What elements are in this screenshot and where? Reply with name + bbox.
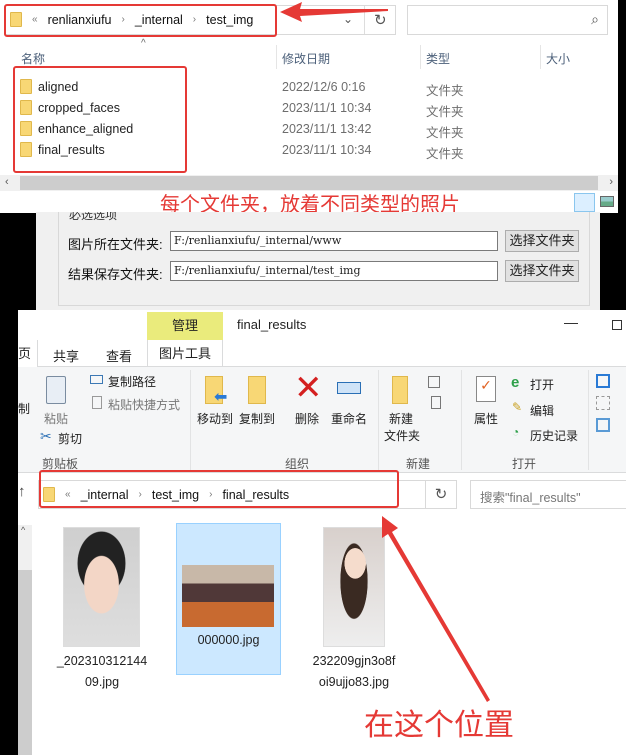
large-icons-view-icon[interactable] [600, 196, 614, 207]
scissors-icon: ✂ [40, 428, 52, 444]
edit-icon: ✎ [512, 400, 523, 414]
tab-view[interactable]: 查看 [106, 346, 132, 365]
top-explorer-window: « renlianxiufu › _internal › test_img ⌄ ↻ … [0, 0, 618, 216]
delete-icon: ✕ [294, 369, 323, 407]
tab-picture-tools[interactable]: 图片工具 [147, 340, 223, 367]
tab-manage[interactable]: 管理 [147, 312, 223, 340]
column-name[interactable]: 名称 [21, 50, 45, 67]
rename-icon [337, 382, 361, 394]
search-input[interactable]: 搜索"final_results" [470, 480, 626, 509]
up-arrow-icon[interactable]: ↑ [18, 483, 26, 500]
history-button[interactable]: 历史记录 [530, 427, 578, 444]
new-folder-button[interactable]: 新建 [389, 410, 413, 427]
source-folder-label: 图片所在文件夹: [68, 237, 163, 252]
new-item-icon[interactable] [428, 376, 440, 388]
rename-button[interactable]: 重命名 [331, 410, 367, 427]
move-to-icon: ⬅ [205, 376, 227, 406]
copy-to-button[interactable]: 复制到 [239, 410, 275, 427]
highlight-box [39, 470, 399, 508]
annotation-arrow [280, 2, 388, 22]
sort-ascending-icon: ^ [141, 38, 146, 49]
maximize-button[interactable] [612, 320, 622, 330]
details-view-icon[interactable] [574, 193, 595, 212]
result-folder-input[interactable]: F:/renlianxiufu/_internal/test_img [170, 261, 498, 281]
result-folder-label: 结果保存文件夹: [68, 267, 163, 282]
paste-shortcut-icon [92, 396, 102, 409]
paste-button[interactable]: 粘贴 [44, 410, 68, 427]
edit-button[interactable]: 编辑 [530, 402, 554, 419]
copy-to-icon [248, 376, 266, 404]
bottom-explorer-window: 管理 final_results — 页 共享 查看 图片工具 制 粘贴 复制路… [18, 310, 626, 755]
move-to-button[interactable]: 移动到 [197, 410, 233, 427]
search-input[interactable]: ⌕ [407, 5, 608, 35]
search-icon: ⌕ [591, 11, 599, 27]
column-size[interactable]: 大小 [546, 50, 570, 67]
image-thumbnail[interactable] [63, 527, 140, 647]
easy-access-icon[interactable] [431, 396, 441, 409]
choose-result-folder-button[interactable]: 选择文件夹 [505, 260, 579, 282]
properties-icon: ✓ [476, 376, 496, 402]
highlight-box [4, 4, 277, 37]
select-none-icon[interactable] [596, 396, 610, 410]
properties-button[interactable]: 属性 [474, 410, 498, 427]
tab-share[interactable]: 共享 [53, 346, 79, 365]
vertical-scrollbar[interactable]: ^ [18, 525, 32, 755]
tab-home[interactable]: 页 [18, 340, 38, 368]
select-all-icon[interactable] [596, 374, 610, 388]
invert-selection-icon[interactable] [596, 418, 610, 432]
selected-file-item[interactable]: 000000.jpg [176, 523, 281, 675]
paste-icon [46, 376, 66, 404]
open-icon: e [511, 374, 520, 391]
image-thumbnail[interactable] [182, 565, 274, 627]
cut-button[interactable]: 剪切 [58, 430, 82, 447]
annotation-arrow [382, 516, 490, 702]
required-options-group: 必选选项 [58, 212, 590, 306]
history-icon: ◔ [512, 425, 520, 439]
open-button[interactable]: 打开 [530, 376, 554, 393]
refresh-button[interactable]: ↻ [425, 480, 457, 509]
copy-path-button[interactable]: 复制路径 [108, 373, 156, 390]
paste-shortcut-button[interactable]: 粘贴快捷方式 [108, 396, 180, 413]
delete-button[interactable]: 删除 [295, 410, 319, 427]
column-type[interactable]: 类型 [426, 50, 450, 67]
source-folder-input[interactable]: F:/renlianxiufu/_internal/www [170, 231, 498, 251]
column-date[interactable]: 修改日期 [282, 50, 330, 67]
new-folder-icon [392, 376, 408, 404]
copy-path-icon [90, 375, 103, 384]
file-name[interactable]: 000000.jpg [177, 630, 280, 651]
minimize-button[interactable]: — [564, 314, 578, 330]
choose-source-folder-button[interactable]: 选择文件夹 [505, 230, 579, 252]
highlight-box [13, 66, 187, 173]
file-name[interactable]: _202310312144 09.jpg [46, 651, 158, 693]
window-title: final_results [237, 317, 307, 332]
copy-button[interactable]: 制 [18, 400, 30, 417]
